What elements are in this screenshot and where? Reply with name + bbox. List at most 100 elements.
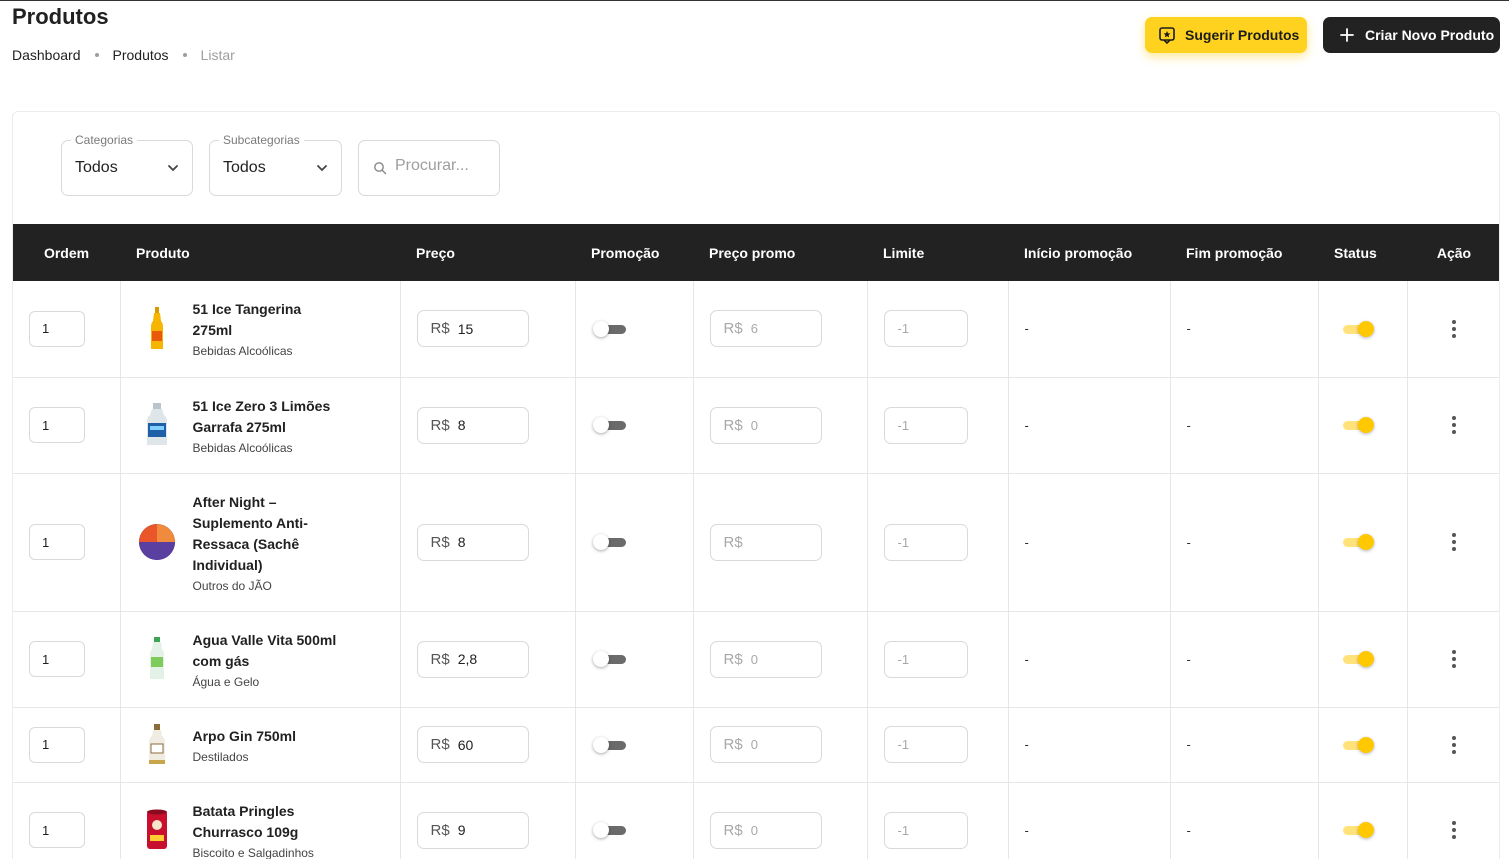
promo-price-input[interactable]: R$ 0 [709,811,822,849]
chevron-down-icon [168,165,178,172]
price-value: 15 [457,320,474,337]
col-preco[interactable]: Preço [400,224,575,281]
page-title: Produtos [12,4,109,29]
currency-prefix: R$ [430,416,450,434]
status-toggle[interactable] [1342,534,1374,550]
promo-start: - [1024,651,1029,667]
currency-prefix: R$ [723,533,743,551]
products-card: Categorias Todos Subcategorias Todos Ord… [12,111,1500,859]
product-image [137,635,177,683]
breadcrumb-dashboard[interactable]: Dashboard [12,47,81,63]
promotion-toggle[interactable] [592,736,626,753]
promo-price-input[interactable]: R$ 6 [709,310,822,348]
price-input[interactable]: R$ 8 [416,406,529,444]
promotion-toggle[interactable] [592,534,626,550]
promo-start: - [1024,417,1029,433]
product-name: Agua Valle Vita 500ml com gás [192,631,337,669]
order-input[interactable] [29,641,85,677]
limit-input[interactable]: -1 [883,310,968,348]
promo-start: - [1024,737,1029,752]
more-vertical-icon[interactable] [1444,647,1464,671]
col-preco-promo[interactable]: Preço promo [693,224,867,281]
breadcrumb-separator [182,53,187,57]
search-field [358,140,500,196]
product-image [137,518,177,566]
limit-input[interactable]: -1 [883,523,968,561]
price-value: 60 [457,736,474,753]
price-input[interactable]: R$ 15 [416,310,529,348]
product-name: Batata Pringles Churrasco 109g [192,802,299,840]
promo-end: - [1186,737,1191,752]
status-toggle[interactable] [1342,320,1374,337]
promotion-toggle[interactable] [592,822,626,838]
create-product-button[interactable]: Criar Novo Produto [1323,17,1500,53]
price-input[interactable]: R$ 60 [416,726,529,763]
order-input[interactable] [29,812,85,848]
limit-input[interactable]: -1 [883,726,968,763]
limit-input[interactable]: -1 [883,640,968,678]
product-cell: Agua Valle Vita 500ml com gás Água e Gel… [137,630,400,689]
product-cell: Arpo Gin 750ml Destilados [137,721,400,769]
col-acao: Ação [1436,244,1472,261]
promo-price-input[interactable]: R$ 0 [709,726,822,763]
status-toggle[interactable] [1342,736,1374,753]
promotion-toggle[interactable] [592,417,626,433]
product-cell: 51 Ice Tangerina 275ml Bebidas Alcoólica… [137,299,400,358]
order-input[interactable] [29,524,85,560]
currency-prefix: R$ [430,821,450,839]
search-input[interactable] [395,157,495,175]
suggest-products-button[interactable]: Sugerir Produtos [1145,17,1307,53]
promo-price-value: 0 [750,822,758,838]
table-row: Batata Pringles Churrasco 109g Biscoito … [13,782,1499,859]
tag-star-icon [1157,25,1177,45]
limit-input[interactable]: -1 [883,811,968,849]
promo-price-input[interactable]: R$ [709,523,822,561]
status-toggle[interactable] [1342,822,1374,838]
product-category: Água e Gelo [192,674,260,689]
product-image [137,401,177,449]
col-produto[interactable]: Produto [120,224,400,281]
order-input[interactable] [29,310,85,347]
promotion-toggle[interactable] [592,651,626,667]
more-vertical-icon[interactable] [1444,530,1464,554]
col-fim-promocao[interactable]: Fim promoção [1170,224,1318,281]
product-image [137,806,177,854]
col-status[interactable]: Status [1318,224,1407,281]
currency-prefix: R$ [430,736,450,753]
order-input[interactable] [29,407,85,443]
status-toggle[interactable] [1342,651,1374,667]
table-row: Arpo Gin 750ml Destilados R$60 R$0 -1 - … [13,707,1499,783]
categories-select[interactable]: Categorias Todos [61,133,193,196]
col-promocao[interactable]: Promoção [575,224,693,281]
col-ordem[interactable]: Ordem [13,224,120,281]
table-row: 51 Ice Zero 3 Limões Garrafa 275ml Bebid… [13,377,1499,474]
more-vertical-icon[interactable] [1444,818,1464,842]
promotion-toggle[interactable] [592,320,626,337]
more-vertical-icon[interactable] [1444,413,1464,437]
subcategories-select[interactable]: Subcategorias Todos [209,133,342,196]
order-input[interactable] [29,726,85,763]
product-name: 51 Ice Zero 3 Limões Garrafa 275ml [192,397,331,435]
breadcrumb-separator [94,53,99,57]
breadcrumb-produtos[interactable]: Produtos [113,47,169,63]
price-input[interactable]: R$ 2,8 [416,640,529,678]
product-cell: 51 Ice Zero 3 Limões Garrafa 275ml Bebid… [137,396,400,455]
price-input[interactable]: R$ 8 [416,523,529,561]
limit-input[interactable]: -1 [883,406,968,444]
currency-prefix: R$ [430,320,450,338]
product-image [137,721,177,769]
product-category: Biscoito e Salgadinhos [192,845,314,859]
promo-price-input[interactable]: R$ 0 [709,640,822,678]
promo-price-input[interactable]: R$ 0 [709,406,822,444]
more-vertical-icon[interactable] [1444,317,1464,341]
col-inicio-promocao[interactable]: Início promoção [1008,224,1170,281]
top-border [0,0,1509,1]
price-input[interactable]: R$ 9 [416,811,529,849]
more-vertical-icon[interactable] [1444,733,1464,757]
status-toggle[interactable] [1342,417,1374,433]
promo-start: - [1024,534,1029,550]
col-limite[interactable]: Limite [867,224,1008,281]
search-icon [374,162,387,175]
product-category: Bebidas Alcoólicas [192,440,293,455]
price-value: 2,8 [457,651,478,667]
